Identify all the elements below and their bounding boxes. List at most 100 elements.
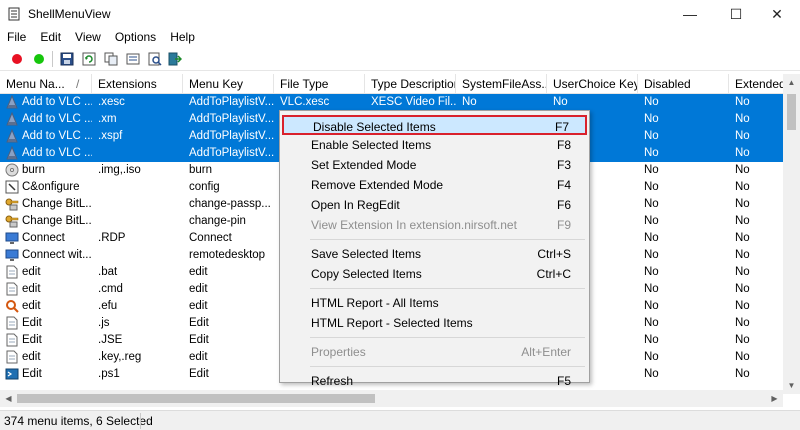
table-cell-name: Add to VLC ...	[22, 147, 92, 159]
table-cell-disabled: No	[644, 147, 659, 159]
table-cell-disabled: No	[644, 164, 659, 176]
table-cell-extended: No	[735, 232, 750, 244]
table-cell-key: AddToPlaylistV...	[189, 113, 274, 125]
menu-options[interactable]: Options	[108, 28, 163, 47]
copy-icon	[104, 52, 118, 66]
table-cell-ext	[98, 213, 183, 230]
minimize-button[interactable]: —	[667, 0, 713, 28]
table-cell-key: Edit	[189, 317, 209, 329]
scroll-left-icon[interactable]: ◀	[0, 390, 17, 407]
table-cell-name: Edit	[22, 334, 42, 346]
scroll-right-icon[interactable]: ▶	[766, 390, 783, 407]
column-extensions[interactable]: Extensions	[92, 74, 183, 94]
save-button[interactable]	[58, 50, 76, 68]
horizontal-scroll-thumb[interactable]	[17, 394, 375, 403]
copy-button[interactable]	[102, 50, 120, 68]
disable-items-button[interactable]	[8, 50, 26, 68]
menu-item-enable-selected-items[interactable]: Enable Selected Items F8	[282, 135, 587, 155]
column-menu-name[interactable]: Menu Na... /	[0, 74, 92, 94]
table-cell-key: Edit	[189, 368, 209, 380]
refresh-button[interactable]	[80, 50, 98, 68]
table-cell-key: Connect	[189, 232, 232, 244]
status-text: 374 menu items, 6 Selected	[4, 414, 153, 428]
menu-item-html-report-all-items[interactable]: HTML Report - All Items	[282, 293, 587, 313]
vlc-icon	[5, 94, 19, 109]
menu-help[interactable]: Help	[163, 28, 202, 47]
table-cell-key: remotedesktop	[189, 249, 266, 261]
table-cell-extended: No	[735, 181, 750, 193]
toolbar	[0, 47, 800, 71]
column-userchoice-key[interactable]: UserChoice Key	[547, 74, 638, 94]
column-disabled[interactable]: Disabled	[638, 74, 729, 94]
menu-item-shortcut: F6	[556, 198, 571, 212]
column-file-type[interactable]: File Type	[274, 74, 365, 94]
table-cell-extended: No	[735, 113, 750, 125]
table-cell-disabled: No	[644, 283, 659, 295]
column-system-file-assoc[interactable]: SystemFileAss...	[456, 74, 547, 94]
enable-items-button[interactable]	[30, 50, 48, 68]
menu-bar: File Edit View Options Help	[0, 28, 800, 47]
menu-item-save-selected-items[interactable]: Save Selected Items Ctrl+S	[282, 244, 587, 264]
table-cell-ext	[98, 145, 183, 162]
vlc-icon	[5, 145, 19, 160]
menu-item-copy-selected-items[interactable]: Copy Selected Items Ctrl+C	[282, 264, 587, 284]
table-cell-ext: .key,.reg	[98, 351, 142, 363]
menu-item-label: Remove Extended Mode	[311, 178, 444, 192]
menu-item-shortcut: Alt+Enter	[521, 345, 571, 359]
exit-button[interactable]	[166, 50, 184, 68]
file-icon	[5, 316, 19, 330]
column-type-description[interactable]: Type Description	[365, 74, 456, 94]
table-cell-ext	[98, 179, 183, 196]
menu-item-html-report-selected-items[interactable]: HTML Report - Selected Items	[282, 313, 587, 333]
configure-icon	[5, 180, 19, 194]
table-cell-extended: No	[735, 283, 750, 295]
table-cell-name: Edit	[22, 368, 42, 380]
menu-item-shortcut: F7	[554, 120, 569, 134]
table-cell-key: edit	[189, 351, 208, 363]
powershell-icon	[5, 367, 19, 381]
column-extended[interactable]: Extended	[729, 74, 789, 94]
menu-item-refresh[interactable]: Refresh F5	[282, 371, 587, 391]
table-cell-name: Change BitL...	[22, 198, 92, 210]
scroll-down-icon[interactable]: ▼	[783, 377, 800, 394]
table-cell-ext: .xesc	[98, 96, 125, 108]
find-button[interactable]	[146, 50, 164, 68]
column-menu-key[interactable]: Menu Key	[183, 74, 274, 94]
remote-desktop-icon	[5, 248, 19, 262]
table-cell-key: AddToPlaylistV...	[189, 96, 274, 108]
table-cell-extended: No	[735, 317, 750, 329]
table-cell-ext	[98, 247, 183, 264]
horizontal-scrollbar[interactable]: ◀ ▶	[0, 390, 783, 407]
menu-item-disable-selected-items[interactable]: Disable Selected Items F7	[282, 115, 587, 135]
table-cell-name: Add to VLC ...	[22, 130, 92, 142]
menu-view[interactable]: View	[68, 28, 108, 47]
vertical-scrollbar[interactable]: ▲ ▼	[783, 74, 800, 394]
key-icon	[5, 197, 19, 211]
table-cell-disabled: No	[644, 130, 659, 142]
table-cell-name: C&onfigure	[22, 181, 80, 193]
menu-item-set-extended-mode[interactable]: Set Extended Mode F3	[282, 155, 587, 175]
table-cell-disabled: No	[644, 351, 659, 363]
table-cell-key: edit	[189, 283, 208, 295]
close-button[interactable]: ✕	[754, 0, 800, 28]
menu-item-remove-extended-mode[interactable]: Remove Extended Mode F4	[282, 175, 587, 195]
table-cell-disabled: No	[644, 266, 659, 278]
scroll-up-icon[interactable]: ▲	[783, 74, 800, 91]
burn-icon	[5, 163, 19, 177]
menu-file[interactable]: File	[0, 28, 33, 47]
properties-button[interactable]	[124, 50, 142, 68]
menu-item-shortcut: F5	[556, 374, 571, 388]
menu-edit[interactable]: Edit	[33, 28, 68, 47]
menu-item-label: Disable Selected Items	[313, 120, 436, 134]
maximize-button[interactable]: ☐	[713, 0, 759, 28]
vertical-scroll-thumb[interactable]	[787, 94, 796, 130]
close-icon: ✕	[771, 5, 783, 22]
table-row[interactable]: Add to VLC ... .xesc AddToPlaylistV... VLC.…	[0, 94, 784, 111]
save-icon	[60, 52, 74, 66]
refresh-icon	[82, 52, 96, 66]
table-cell-disabled: No	[644, 368, 659, 380]
menu-item-open-in-regedit[interactable]: Open In RegEdit F6	[282, 195, 587, 215]
table-cell-key: burn	[189, 164, 213, 176]
menu-item-label: Set Extended Mode	[311, 158, 417, 172]
menu-item-label: Enable Selected Items	[311, 138, 432, 152]
